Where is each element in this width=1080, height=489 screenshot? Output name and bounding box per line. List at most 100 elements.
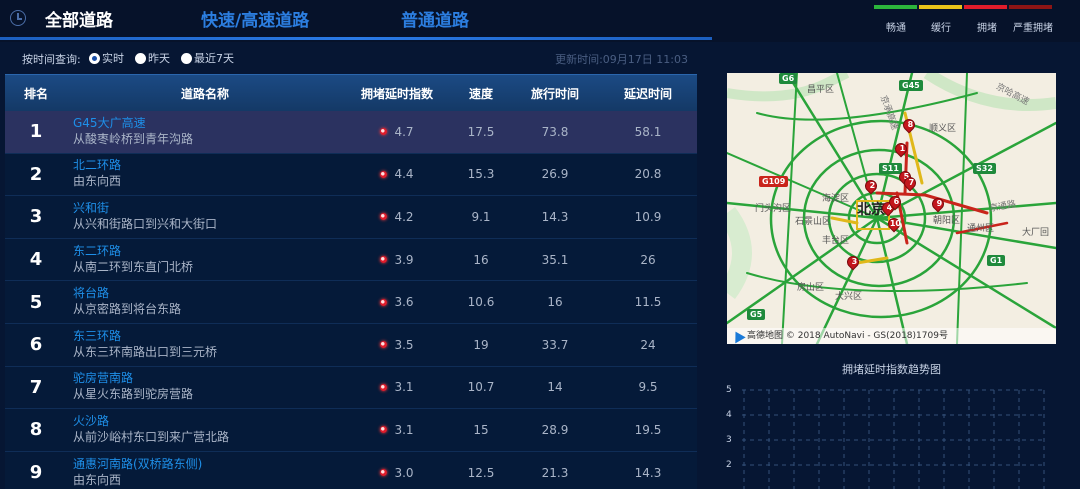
delay-index-value: 4.4 (394, 167, 414, 182)
map-district-label: 顺义区 (929, 124, 957, 134)
road-description: 从东三环南路出口到三元桥 (73, 344, 218, 359)
header-road-name[interactable]: 道路名称 (67, 85, 343, 102)
map-district-label: 朝阳区 (933, 216, 961, 226)
trend-chart: 5 4 3 2 (722, 378, 1056, 489)
speed-cell: 15 (473, 422, 489, 437)
road-name-link[interactable]: G45大广高速 (73, 116, 343, 131)
rank-number: 2 (29, 163, 43, 185)
delay-index-value: 4.7 (394, 124, 414, 139)
road-cell: 通惠河南路(双桥路东侧) 由东向西 (67, 457, 343, 489)
delay-index-cell: 3.0 (343, 466, 451, 480)
road-shield: G1 (987, 255, 1006, 266)
delay-index-value: 4.2 (394, 209, 414, 224)
delay-index-value: 3.1 (394, 422, 414, 437)
query-label: 按时间查询: (22, 53, 81, 66)
radio-yesterday-dot[interactable] (135, 52, 146, 64)
congestion-dot-icon (380, 256, 388, 264)
radio-yesterday-label: 昨天 (148, 52, 170, 65)
tab-expressway[interactable]: 快速/高速道路 (201, 6, 309, 31)
rank-number: 5 (29, 291, 43, 313)
delay-index-cell: 3.9 (343, 253, 451, 267)
road-name-link[interactable]: 北二环路 (73, 158, 343, 173)
delay-time-cell: 14.3 (634, 465, 662, 480)
delay-index-wrap: 4.4 (343, 167, 451, 181)
map-pin-label: 1 (899, 144, 906, 153)
legend-label-slow: 缓行 (931, 23, 951, 34)
road-shield: G109 (759, 176, 789, 187)
table-row[interactable]: 1 G45大广高速 从酸枣岭桥到青年沟路 4.7 17.5 73.8 58.1 (5, 111, 697, 154)
road-name-link[interactable]: 通惠河南路(双桥路东侧) (73, 457, 343, 472)
road-name-link[interactable]: 火沙路 (73, 414, 343, 429)
tab-ordinary-roads[interactable]: 普通道路 (401, 6, 469, 31)
road-name-link[interactable]: 兴和街 (73, 201, 343, 216)
rank-cell: 1 (5, 121, 67, 142)
delay-index-cell: 3.6 (343, 295, 451, 309)
delay-index-wrap: 3.9 (343, 253, 451, 267)
rank-number: 4 (29, 249, 43, 271)
rank-cell: 2 (5, 164, 67, 185)
delay-index-cell: 3.5 (343, 338, 451, 352)
map-district-label: 石景山区 (795, 217, 832, 227)
table-header: 排名 道路名称 拥堵延时指数 速度 旅行时间 延迟时间 (5, 74, 697, 111)
header-rank[interactable]: 排名 (5, 85, 67, 102)
traffic-map[interactable]: 昌平区 顺义区 海淀区 门头沟区 石景山区 丰台区 朝阳区 通州区 房山区 大兴… (727, 73, 1056, 344)
table-row[interactable]: 8 火沙路 从前沙峪村东口到来广营北路 3.1 15 28.9 19.5 (5, 409, 697, 452)
road-name-link[interactable]: 驼房营南路 (73, 371, 343, 386)
header-speed[interactable]: 速度 (451, 85, 511, 102)
delay-time-cell: 24 (640, 337, 656, 352)
radio-realtime-dot[interactable] (89, 52, 100, 64)
table-row[interactable]: 2 北二环路 由东向西 4.4 15.3 26.9 20.8 (5, 153, 697, 197)
delay-index-value: 3.0 (394, 465, 414, 480)
road-description: 从星火东路到驼房营路 (73, 387, 194, 402)
road-name-link[interactable]: 东二环路 (73, 244, 343, 259)
map-pin-label: 6 (893, 197, 900, 206)
radio-last-7-days-dot[interactable] (181, 52, 192, 64)
table-row[interactable]: 6 东三环路 从东三环南路出口到三元桥 3.5 19 33.7 24 (5, 323, 697, 367)
road-shield: G45 (899, 80, 923, 91)
road-shield: S11 (879, 163, 902, 174)
map-pin-label: 3 (851, 257, 858, 266)
road-shield: G5 (747, 309, 766, 320)
radio-last-7-days[interactable]: 最近7天 (181, 50, 234, 66)
header-delay-time[interactable]: 延迟时间 (599, 85, 697, 102)
radio-realtime[interactable]: 实时 (89, 50, 124, 66)
road-name-link[interactable]: 将台路 (73, 286, 343, 301)
road-name-link[interactable]: 东三环路 (73, 329, 343, 344)
congestion-dot-icon (380, 170, 388, 178)
delay-index-value: 3.1 (394, 380, 414, 395)
rank-number: 6 (29, 334, 43, 356)
table-row[interactable]: 3 兴和街 从兴和街路口到兴和大街口 4.2 9.1 14.3 10.9 (5, 196, 697, 239)
rank-number: 7 (29, 376, 43, 398)
map-pin-label: 10 (889, 219, 901, 228)
rank-number: 9 (29, 462, 43, 484)
delay-index-wrap: 4.7 (343, 125, 451, 139)
road-cell: 将台路 从京密路到将台东路 (67, 286, 343, 318)
radio-yesterday[interactable]: 昨天 (135, 50, 170, 66)
road-description: 从京密路到将台东路 (73, 302, 182, 317)
congestion-dot-icon (380, 128, 388, 136)
tab-all-roads[interactable]: 全部道路 (45, 6, 113, 31)
radio-realtime-label: 实时 (102, 52, 124, 65)
top-nav-bar: 全部道路 快速/高速道路 普通道路 畅通 缓行 拥堵 严重拥堵 (0, 0, 1080, 42)
delay-time-cell: 10.9 (634, 209, 662, 224)
speed-cell: 9.1 (471, 209, 491, 224)
road-cell: 火沙路 从前沙峪村东口到来广营北路 (67, 414, 343, 446)
delay-index-cell: 4.2 (343, 210, 451, 224)
header-delay-index[interactable]: 拥堵延时指数 (343, 85, 451, 102)
speed-cell: 15.3 (467, 167, 495, 182)
legend-color-congested (964, 5, 1007, 9)
travel-time-cell: 14 (547, 380, 563, 395)
delay-time-cell: 19.5 (634, 422, 662, 437)
travel-time-cell: 33.7 (541, 337, 569, 352)
speed-cell: 19 (473, 337, 489, 352)
delay-index-value: 3.9 (394, 252, 414, 267)
travel-time-cell: 21.3 (541, 465, 569, 480)
travel-time-cell: 73.8 (541, 124, 569, 139)
speed-cell: 10.6 (467, 295, 495, 310)
table-row[interactable]: 9 通惠河南路(双桥路东侧) 由东向西 3.0 12.5 21.3 14.3 (5, 451, 697, 489)
table-row[interactable]: 4 东二环路 从南二环到东直门北桥 3.9 16 35.1 26 (5, 238, 697, 282)
table-row[interactable]: 7 驼房营南路 从星火东路到驼房营路 3.1 10.7 14 9.5 (5, 366, 697, 410)
road-description: 从南二环到东直门北桥 (73, 259, 194, 274)
header-travel-time[interactable]: 旅行时间 (511, 85, 599, 102)
table-row[interactable]: 5 将台路 从京密路到将台东路 3.6 10.6 16 11.5 (5, 281, 697, 324)
